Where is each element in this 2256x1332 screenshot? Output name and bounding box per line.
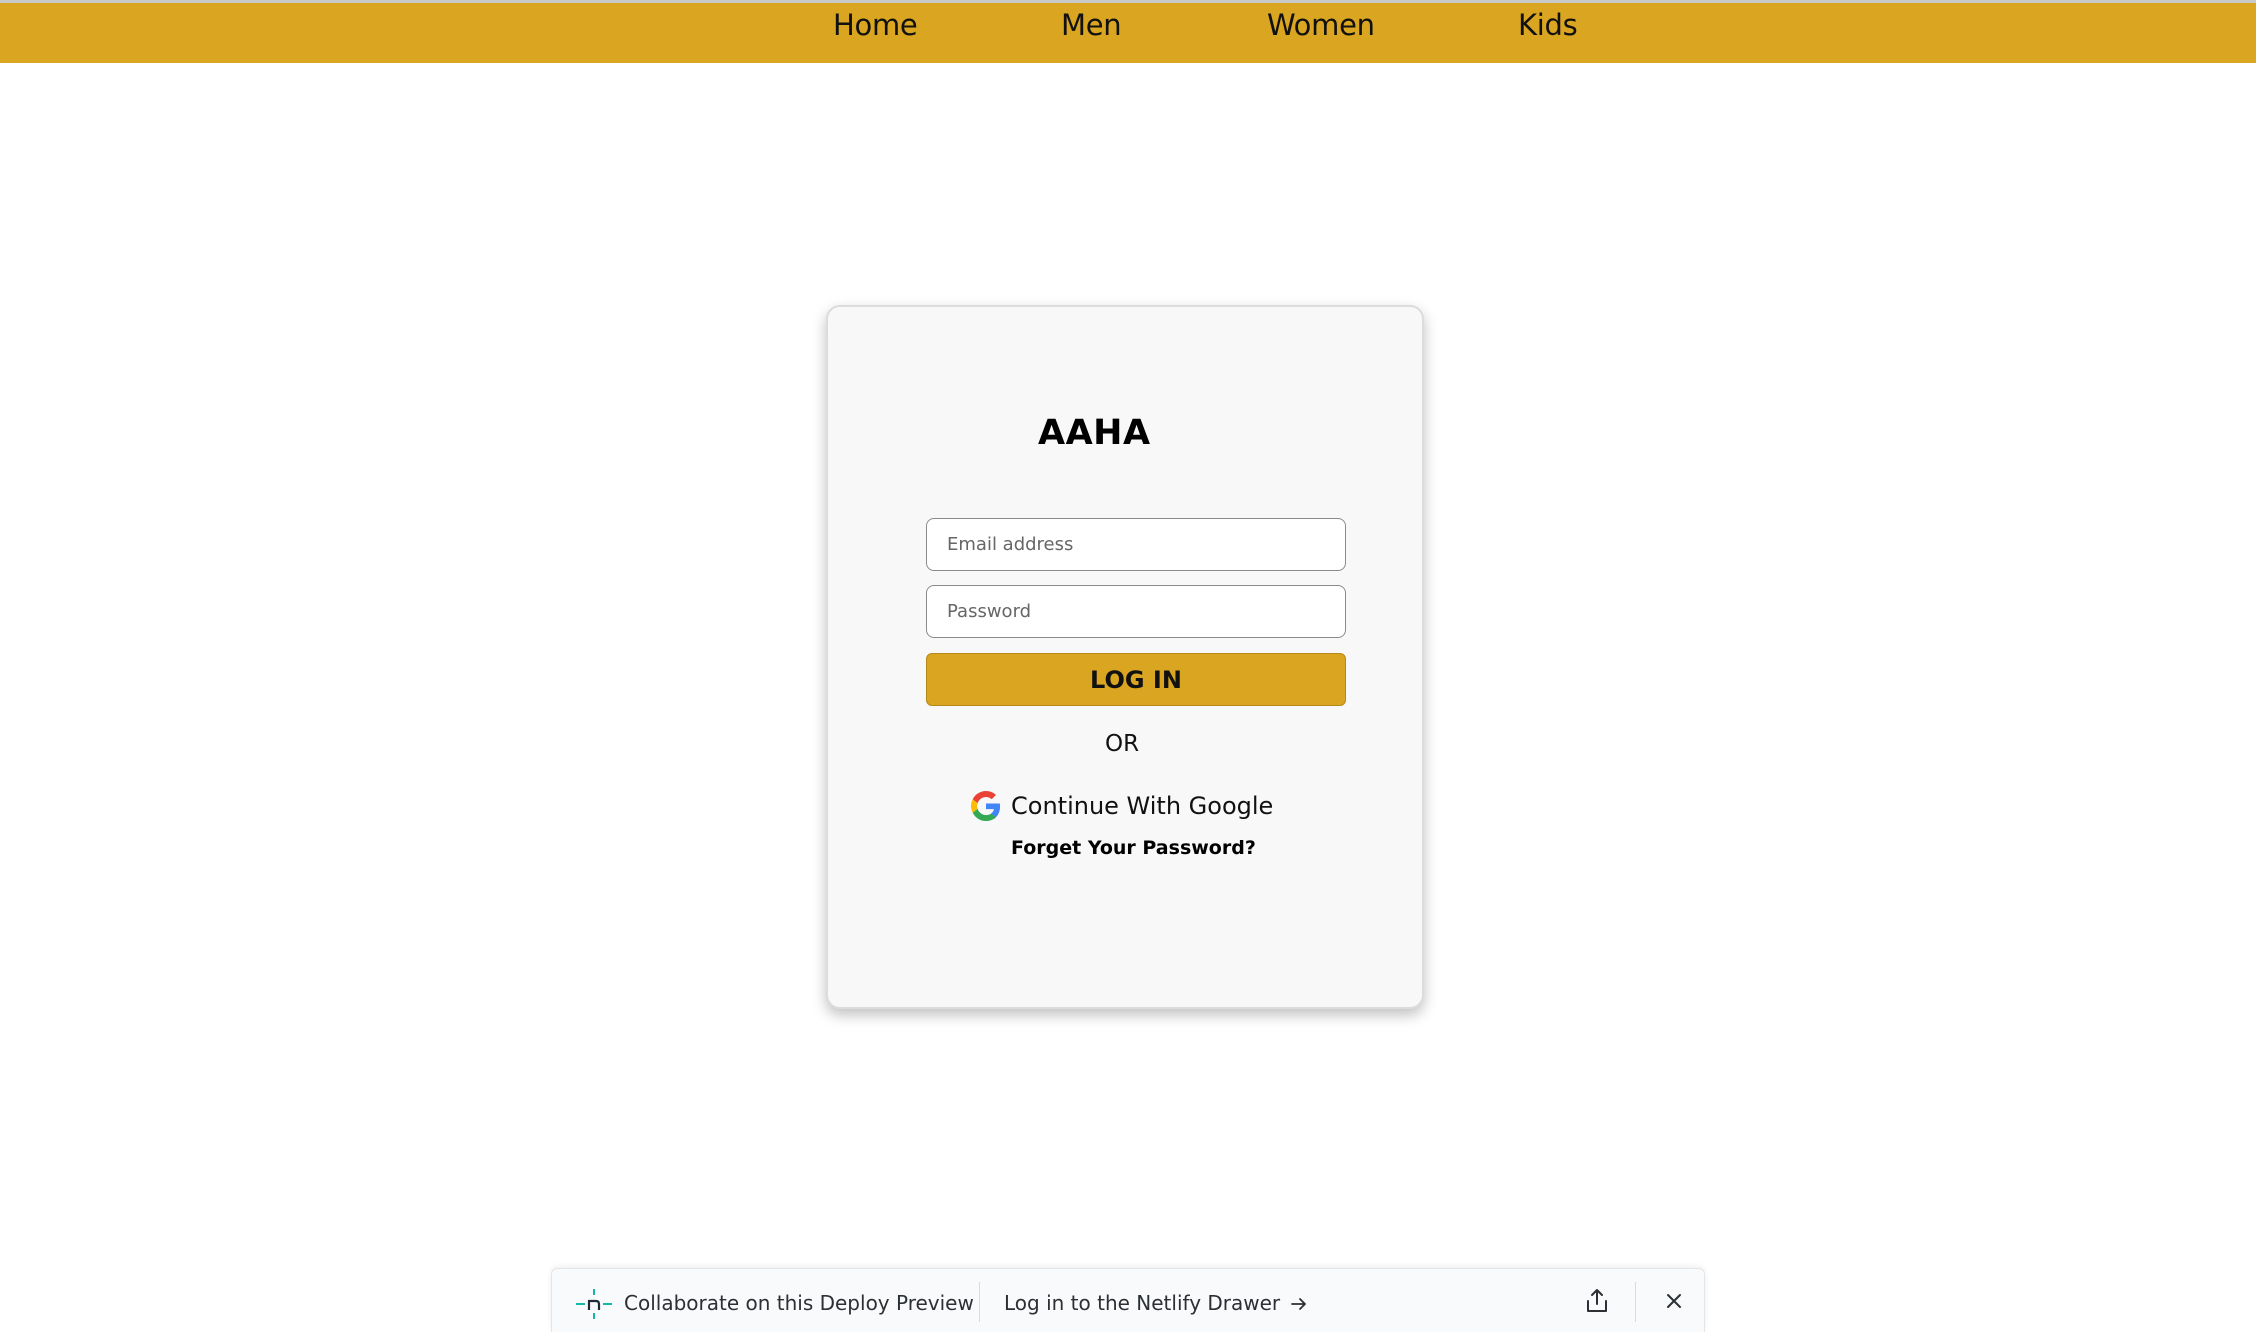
nav-link-women[interactable]: Women xyxy=(1267,8,1375,42)
google-icon xyxy=(971,791,1001,821)
email-field[interactable] xyxy=(926,518,1346,571)
share-icon[interactable] xyxy=(1584,1287,1610,1315)
forgot-password-link[interactable]: Forget Your Password? xyxy=(1011,837,1256,859)
divider xyxy=(979,1282,980,1322)
nav-link-men[interactable]: Men xyxy=(1061,8,1122,42)
brand-title: AAHA xyxy=(1038,413,1151,453)
or-separator: OR xyxy=(1105,731,1140,757)
top-navbar: Home Men Women Kids xyxy=(0,3,2256,63)
netlify-drawer-login-link[interactable]: Log in to the Netlify Drawer xyxy=(1004,1291,1308,1315)
drawer-link-label: Log in to the Netlify Drawer xyxy=(1004,1291,1281,1315)
nav-link-kids[interactable]: Kids xyxy=(1518,8,1578,42)
close-icon[interactable] xyxy=(1662,1289,1686,1313)
arrow-right-icon xyxy=(1290,1294,1308,1312)
nav-link-home[interactable]: Home xyxy=(833,8,918,42)
netlify-icon xyxy=(576,1289,612,1319)
google-signin-button[interactable]: Continue With Google xyxy=(971,788,1273,824)
login-button[interactable]: LOG IN xyxy=(926,653,1346,706)
password-field[interactable] xyxy=(926,585,1346,638)
divider xyxy=(1635,1282,1636,1322)
google-signin-label: Continue With Google xyxy=(1011,792,1274,820)
netlify-deploy-bar: Collaborate on this Deploy Preview Log i… xyxy=(551,1268,1705,1332)
collaborate-text[interactable]: Collaborate on this Deploy Preview xyxy=(624,1291,974,1315)
